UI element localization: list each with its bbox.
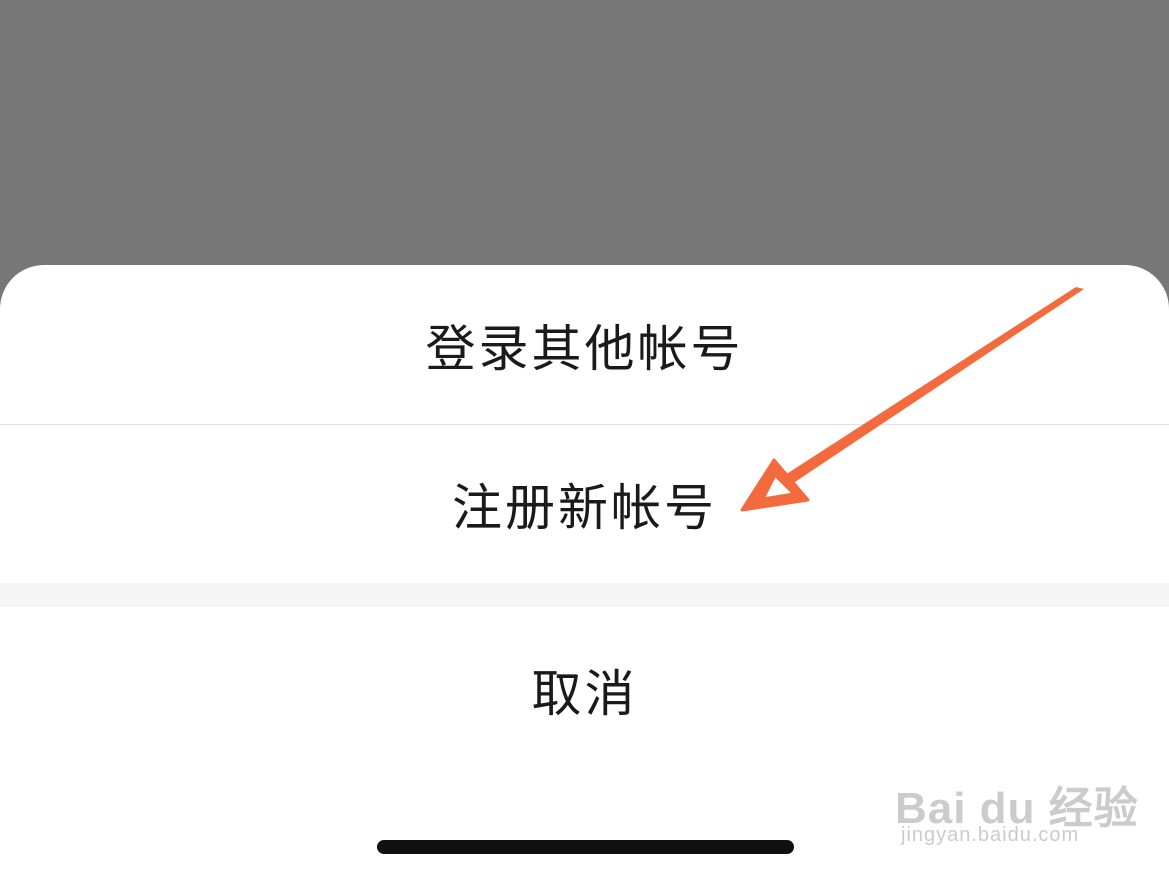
home-indicator[interactable]: [377, 840, 794, 854]
register-new-account-label: 注册新帐号: [452, 479, 717, 537]
register-new-account-button[interactable]: 注册新帐号: [0, 425, 1169, 583]
section-gap: [0, 583, 1169, 607]
cancel-label: 取消: [531, 665, 638, 723]
baidu-jingyan-watermark: Bai du 经验 jingyan.baidu.com: [895, 752, 1138, 857]
watermark-url: jingyan.baidu.com: [901, 824, 1080, 846]
login-other-account-label: 登录其他帐号: [425, 319, 744, 378]
login-other-account-button[interactable]: 登录其他帐号: [0, 265, 1169, 424]
cancel-button[interactable]: 取消: [0, 607, 1169, 773]
